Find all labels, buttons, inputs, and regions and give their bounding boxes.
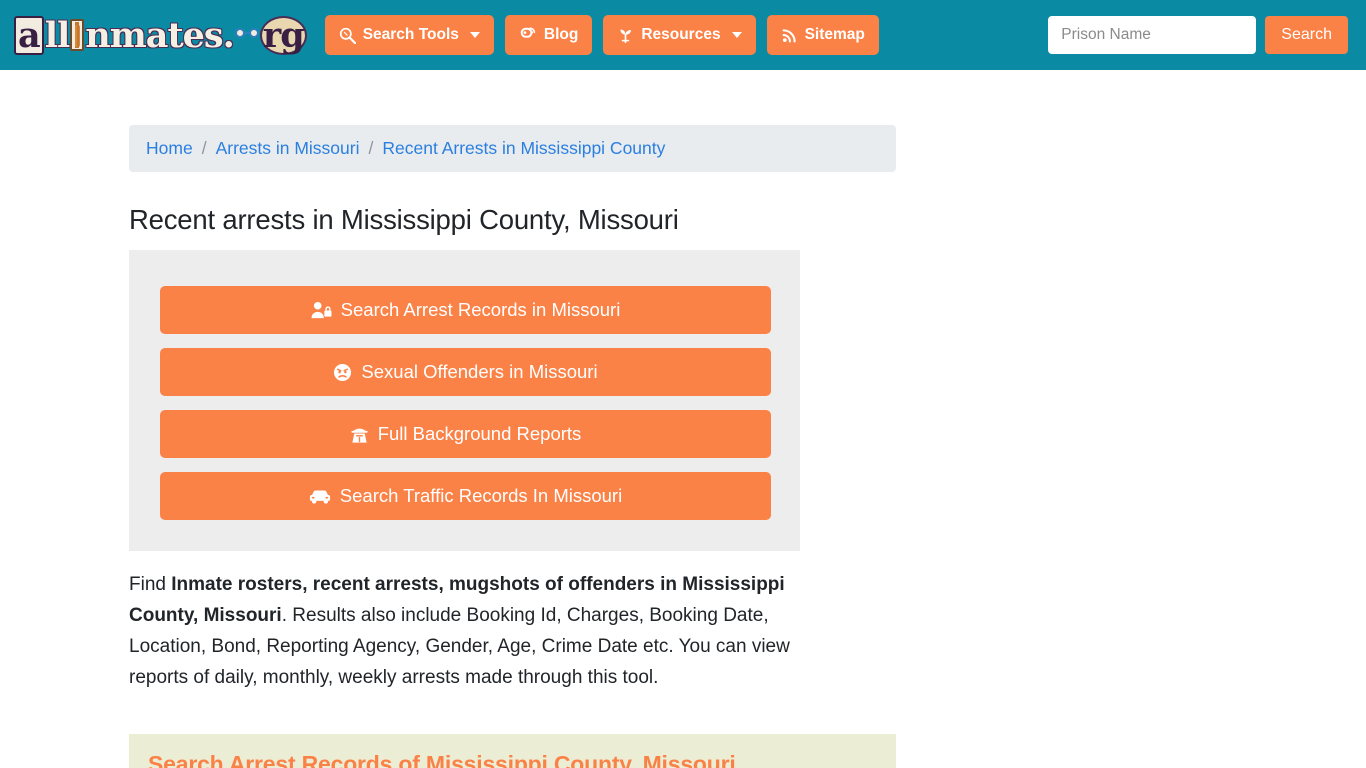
page-body: Home / Arrests in Missouri / Recent Arre… (0, 70, 1366, 768)
nav-search-tools-button[interactable]: Search Tools (324, 15, 494, 55)
nav-search-tools-label: Search Tools (362, 26, 459, 44)
primary-nav: Search Tools Blog Resources Sitemap (324, 15, 879, 55)
search-records-section-box: Search Arrest Records of Mississippi Cou… (129, 734, 896, 768)
search-arrest-records-label: Search Arrest Records in Missouri (340, 298, 621, 320)
angry-face-icon (333, 363, 352, 382)
prison-name-search-input[interactable] (1048, 16, 1257, 54)
user-secret-icon (350, 425, 369, 444)
chevron-down-icon (469, 32, 480, 38)
rss-icon (781, 27, 798, 44)
search-icon (339, 27, 356, 44)
nav-resources-button[interactable]: Resources (603, 15, 756, 55)
search-traffic-records-label: Search Traffic Records In Missouri (339, 484, 623, 506)
prison-bars-icon (70, 19, 85, 51)
nav-sitemap-label: Sitemap (804, 26, 865, 44)
header-search-button[interactable]: Search (1265, 16, 1348, 54)
sexual-offenders-button[interactable]: Sexual Offenders in Missouri (160, 348, 771, 396)
logo-wordmark: a ll nmates. rg (14, 14, 307, 56)
logo-letters-nmates: nmates. (85, 14, 234, 56)
background-reports-label: Full Background Reports (377, 422, 582, 444)
search-records-heading: Search Arrest Records of Mississippi Cou… (148, 751, 736, 768)
user-lock-icon (311, 301, 332, 320)
action-buttons-panel: Search Arrest Records in Missouri Sexual… (129, 250, 800, 551)
search-arrest-records-button[interactable]: Search Arrest Records in Missouri (160, 286, 771, 334)
header-search-form: Search (1048, 16, 1348, 54)
sexual-offenders-label: Sexual Offenders in Missouri (361, 360, 598, 382)
breadcrumb-separator: / (201, 138, 207, 158)
chevron-down-icon (731, 32, 742, 38)
page-title: Recent arrests in Mississippi County, Mi… (129, 204, 679, 235)
paragraph-lead: Find (129, 574, 172, 595)
breadcrumb-item-home[interactable]: Home (146, 138, 193, 159)
intro-paragraph: Find Inmate rosters, recent arrests, mug… (129, 569, 849, 693)
car-icon (309, 487, 331, 506)
nav-resources-label: Resources (641, 26, 721, 44)
content-container: Home / Arrests in Missouri / Recent Arre… (129, 70, 896, 768)
site-logo[interactable]: a ll nmates. rg (14, 13, 307, 57)
site-header: a ll nmates. rg Search Tools Blog Resour… (0, 0, 1366, 70)
seedling-icon (617, 27, 634, 44)
breadcrumb-separator: / (368, 138, 374, 158)
nav-blog-button[interactable]: Blog (504, 15, 593, 55)
blogger-icon (519, 26, 537, 44)
background-reports-button[interactable]: Full Background Reports (160, 410, 771, 458)
breadcrumb-item-current[interactable]: Recent Arrests in Mississippi County (382, 138, 665, 159)
breadcrumb: Home / Arrests in Missouri / Recent Arre… (129, 125, 896, 172)
logo-letter-a: a (14, 15, 44, 55)
search-traffic-records-button[interactable]: Search Traffic Records In Missouri (160, 472, 771, 520)
logo-letters-rg: rg (259, 15, 307, 55)
handcuffs-icon (234, 25, 259, 45)
breadcrumb-item-arrests-missouri[interactable]: Arrests in Missouri (216, 138, 360, 159)
logo-letters-ll: ll (44, 14, 71, 56)
nav-blog-label: Blog (543, 26, 579, 44)
nav-sitemap-button[interactable]: Sitemap (766, 15, 879, 55)
